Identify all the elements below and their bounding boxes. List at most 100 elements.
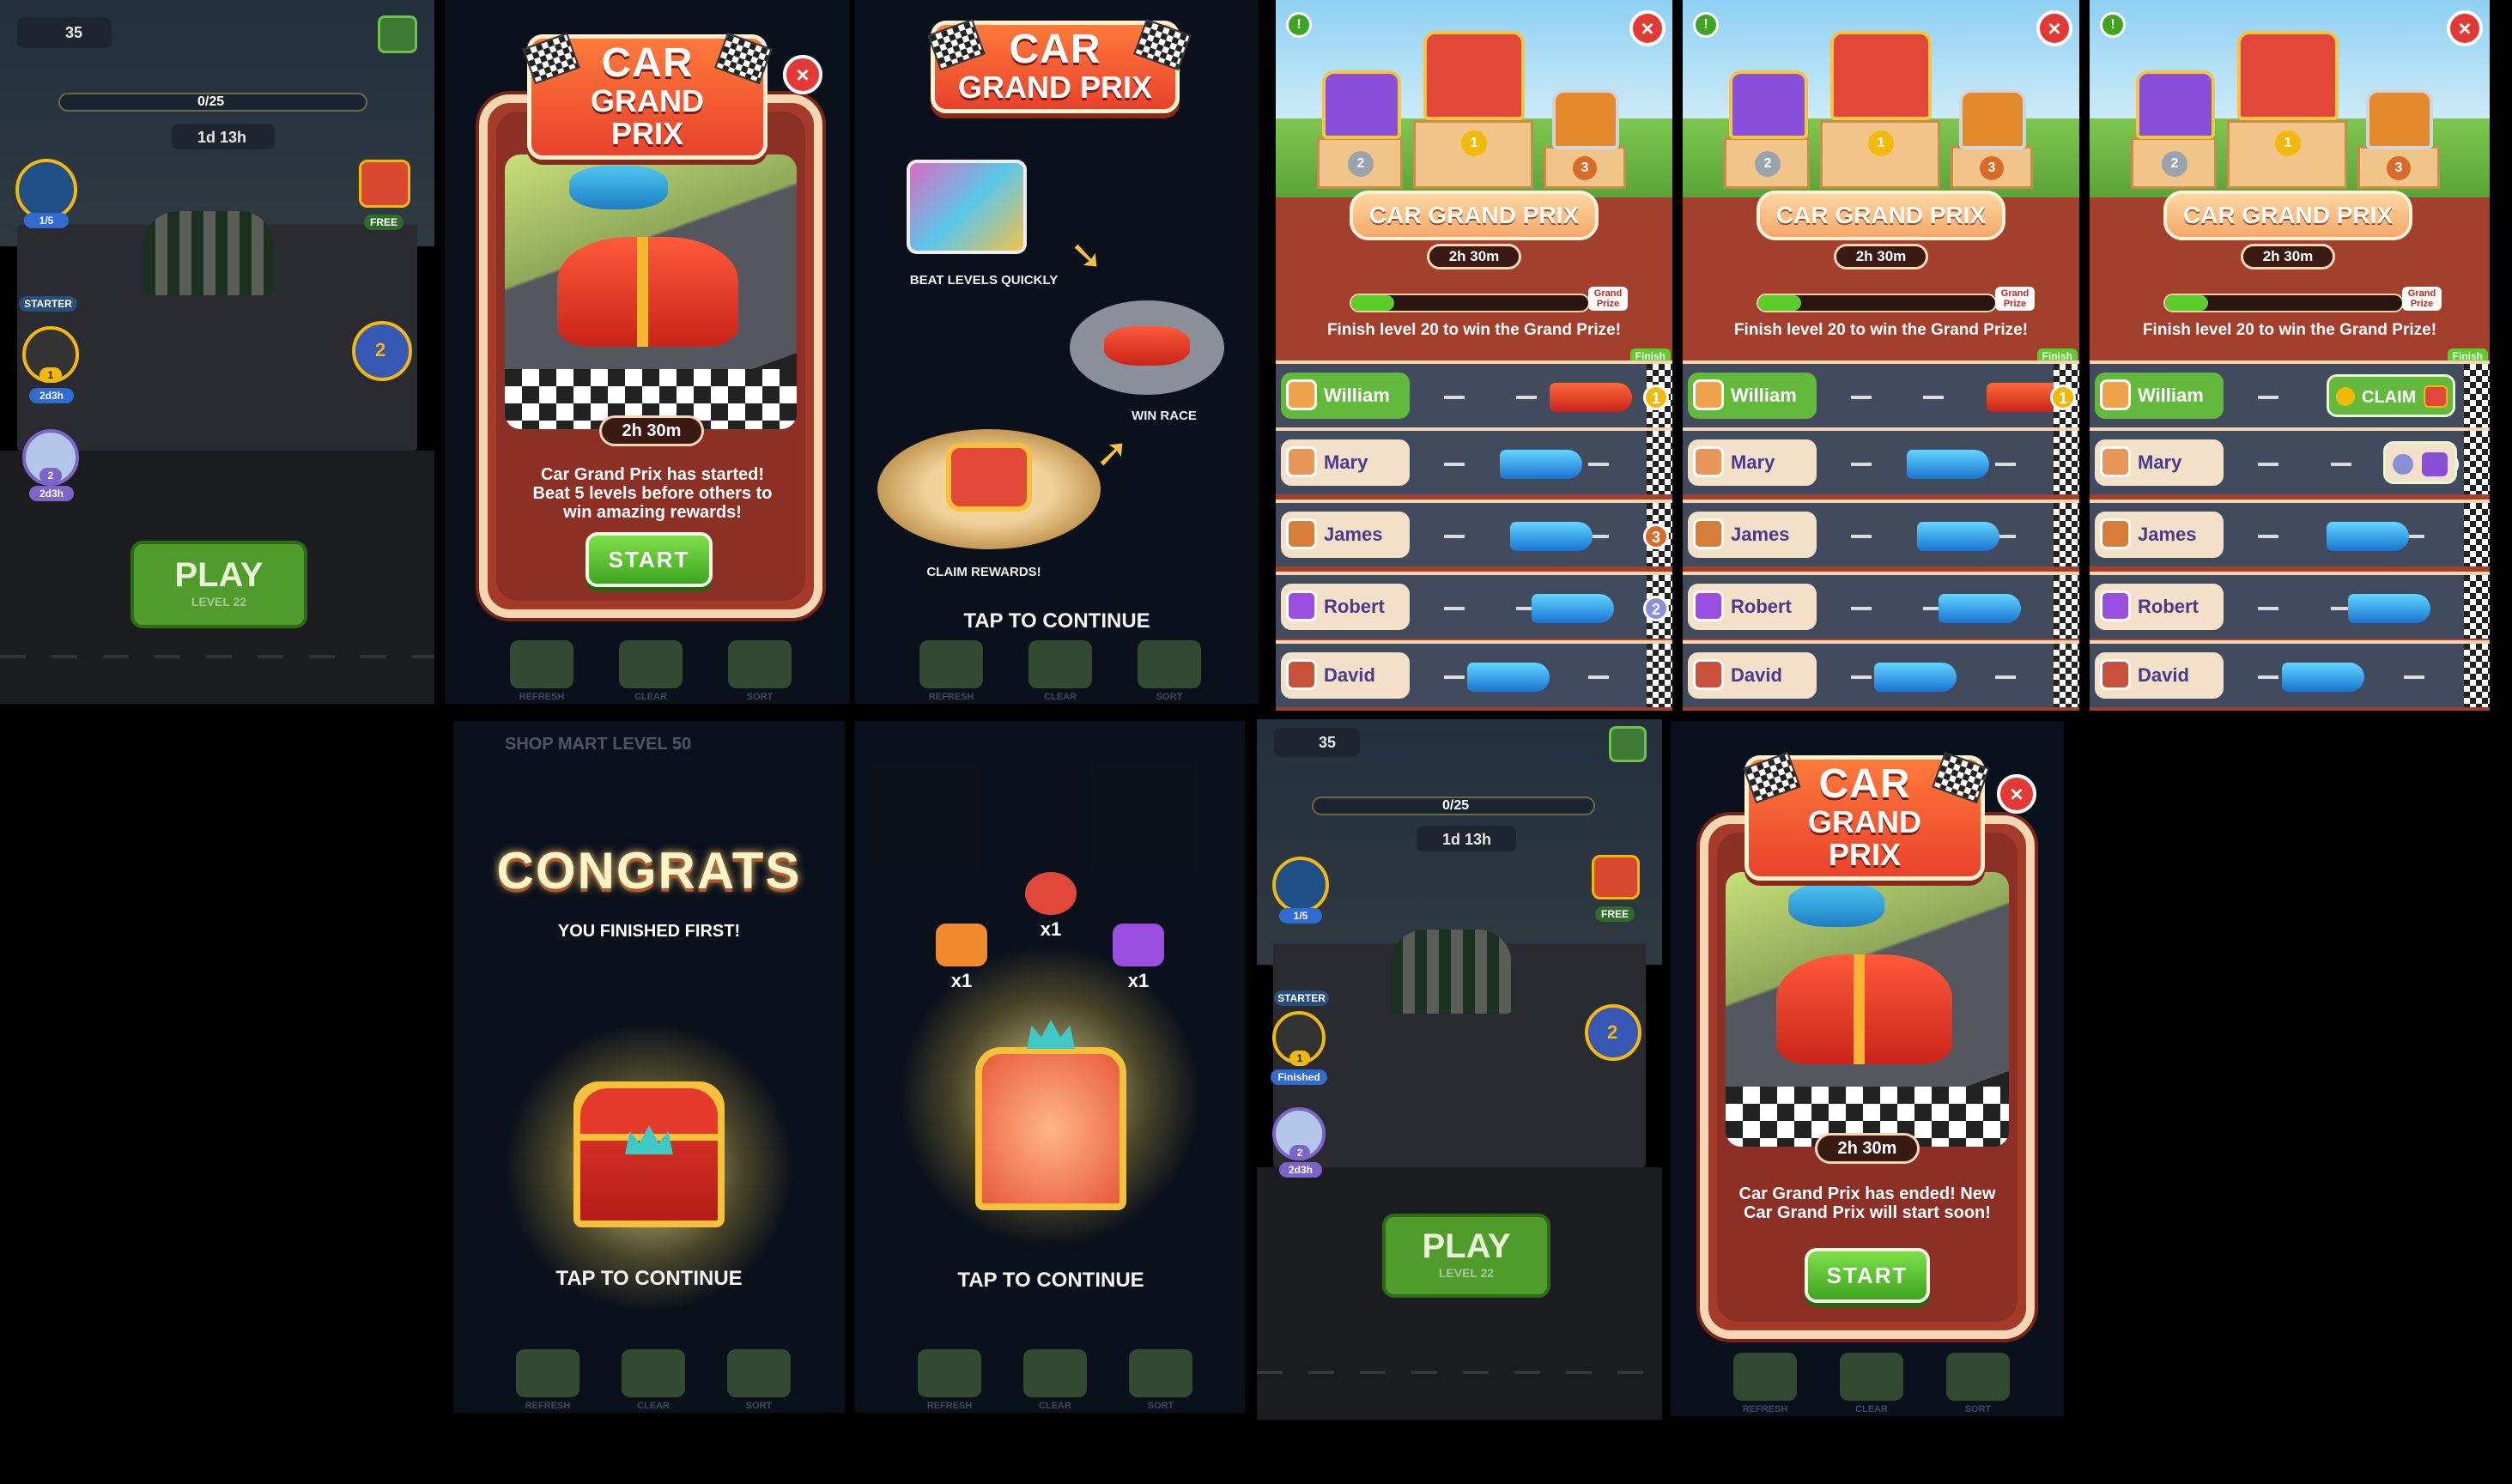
player-name-chip: Robert — [1281, 584, 1410, 630]
tap-to-continue[interactable]: TAP TO CONTINUE — [898, 1269, 1204, 1293]
level-cards-icon — [907, 160, 1027, 254]
close-button[interactable]: × — [1629, 10, 1666, 46]
toolbar-button-refresh[interactable]: REFRESH — [510, 640, 573, 702]
finish-line — [1647, 431, 1672, 494]
event1-time: 2d3h — [29, 388, 74, 403]
player-name-chip: James — [1281, 512, 1410, 558]
chest-icon — [2424, 385, 2448, 408]
player-rank: 1 — [1643, 385, 1669, 410]
rank-two-badge — [2393, 454, 2413, 475]
free-gift-icon[interactable] — [1592, 855, 1640, 899]
info-icon[interactable]: ! — [2100, 12, 2126, 38]
close-button[interactable]: × — [2036, 10, 2072, 46]
open-treasure-chest-icon — [975, 1020, 1126, 1210]
close-button[interactable]: × — [2447, 10, 2483, 46]
toolbar-button-clear[interactable]: CLEAR — [622, 1349, 685, 1411]
player-name: Robert — [1324, 596, 1385, 617]
starter-label[interactable]: STARTER — [19, 296, 77, 312]
lane-dash — [1444, 463, 1465, 466]
grand-prix-art — [1726, 872, 2009, 1147]
player-name: William — [1324, 385, 1390, 406]
level-badge-icon[interactable] — [15, 159, 77, 221]
timer-pill: 2h 30m — [1427, 244, 1521, 270]
play-level: LEVEL 22 — [191, 595, 247, 609]
player-name: Robert — [2138, 596, 2199, 617]
event2-time: 2d3h — [29, 486, 74, 501]
event2-rank: 2 — [1289, 1145, 1310, 1160]
race-lane: Mary — [1683, 427, 2079, 494]
pause-button[interactable] — [378, 15, 417, 53]
player-avatar — [1693, 591, 1724, 621]
player-rank: 2 — [1643, 596, 1669, 621]
treasure-chest-icon[interactable] — [573, 1081, 725, 1227]
toolbar-button-clear[interactable]: CLEAR — [1840, 1353, 1903, 1414]
starter-label[interactable]: STARTER — [1274, 990, 1329, 1006]
home-finished-panel: 35 0/25 1d 13h 1/5 STARTER FREE 1 Finish… — [1257, 719, 1662, 1420]
home-screen-panel: 35 0/25 1d 13h 1/5 STARTER FREE 1 2d3h 2… — [0, 0, 434, 704]
toolbar-button-sort[interactable]: SORT — [728, 640, 792, 702]
toolbar-button-clear[interactable]: CLEAR — [619, 640, 683, 702]
toolbar-button-clear[interactable]: CLEAR — [1028, 640, 1092, 702]
free-gift-icon[interactable] — [359, 160, 410, 208]
race-lane: Robert 2 — [1276, 572, 1672, 639]
player-name-chip: William — [1688, 373, 1817, 419]
race-car-icon — [1467, 663, 1550, 692]
toolbar-button-refresh[interactable]: REFRESH — [1733, 1353, 1797, 1414]
close-button[interactable]: × — [1997, 774, 2036, 814]
lane-dash — [2258, 607, 2278, 610]
bottom-toolbar: REFRESH CLEAR SORT — [855, 627, 1259, 704]
player-avatar — [1286, 518, 1317, 549]
timer-value: 2h 30m — [1837, 1139, 1897, 1158]
toolbar-button-label: REFRESH — [928, 692, 974, 702]
leaderboard-panel: ! × 2 1 3 CAR GRAND PRIX 2h 30m Grand Prize Fini… — [2090, 0, 2490, 711]
close-button[interactable]: × — [783, 55, 822, 94]
congrats-panel: SHOP MART LEVEL 50 CONGRATS YOU FINISHED… — [453, 721, 845, 1413]
start-button[interactable]: START — [1805, 1248, 1930, 1303]
level-badge-text: 1/5 — [1279, 908, 1322, 924]
goal-message: Finish level 20 to win the Grand Prize! — [1326, 321, 1622, 339]
coin-counter: 35 — [17, 17, 112, 48]
player-avatar — [2100, 446, 2131, 477]
pause-button[interactable] — [1609, 726, 1647, 762]
toolbar-button-refresh[interactable]: REFRESH — [919, 640, 983, 702]
play-button[interactable]: PLAY LEVEL 22 — [1382, 1214, 1550, 1298]
reward-helicopter: x1 — [1016, 872, 1085, 941]
lane-dash — [1444, 535, 1465, 538]
start-button[interactable]: START — [586, 532, 713, 587]
play-button[interactable]: PLAY LEVEL 22 — [130, 541, 307, 628]
bottom-toolbar: REFRESH CLEAR SORT — [1671, 1339, 2064, 1416]
event1-rank: 1 — [39, 367, 62, 383]
finish-line — [2464, 431, 2490, 494]
pedestal-number: 1 — [1461, 130, 1487, 156]
toolbar-button-sort[interactable]: SORT — [1138, 640, 1201, 702]
pedestal-number: 3 — [2387, 156, 2411, 180]
toolbar-button-sort[interactable]: SORT — [1946, 1353, 2010, 1414]
toolbar-button-label: SORT — [1147, 1401, 1174, 1411]
toolbar-button-refresh[interactable]: REFRESH — [918, 1349, 981, 1411]
info-icon[interactable]: ! — [1693, 12, 1719, 38]
player-avatar — [2100, 379, 2131, 410]
toolbar-button-clear[interactable]: CLEAR — [1023, 1349, 1087, 1411]
lane-dash — [1851, 535, 1872, 538]
lane-dash — [1851, 396, 1872, 399]
toolbar-button-sort[interactable]: SORT — [727, 1349, 791, 1411]
race-car-icon — [2348, 594, 2430, 623]
lane-dash — [1516, 396, 1537, 399]
progress-text: 0/25 — [1442, 798, 1470, 813]
purple-chest-icon — [2136, 70, 2215, 139]
tap-to-continue[interactable]: TAP TO CONTINUE — [496, 1267, 802, 1291]
level-badge-icon[interactable] — [1272, 857, 1329, 913]
timer-value: 1d 13h — [1442, 831, 1492, 848]
toolbar-button-refresh[interactable]: REFRESH — [516, 1349, 579, 1411]
play-label: PLAY — [1422, 1227, 1511, 1265]
claim-button[interactable]: CLAIM — [2327, 374, 2455, 417]
pedestal-number: 3 — [1573, 156, 1597, 180]
info-icon[interactable]: ! — [1286, 12, 1312, 38]
toolbar-button-sort[interactable]: SORT — [1129, 1349, 1192, 1411]
race-lane: William 1 — [1683, 360, 2079, 427]
leaderboard-title: CAR GRAND PRIX — [2163, 191, 2412, 240]
race-lane: David — [1683, 640, 2079, 707]
race-car-icon — [1500, 450, 1582, 479]
finish-line — [1647, 644, 1672, 707]
reward-count: x1 — [1127, 970, 1150, 991]
